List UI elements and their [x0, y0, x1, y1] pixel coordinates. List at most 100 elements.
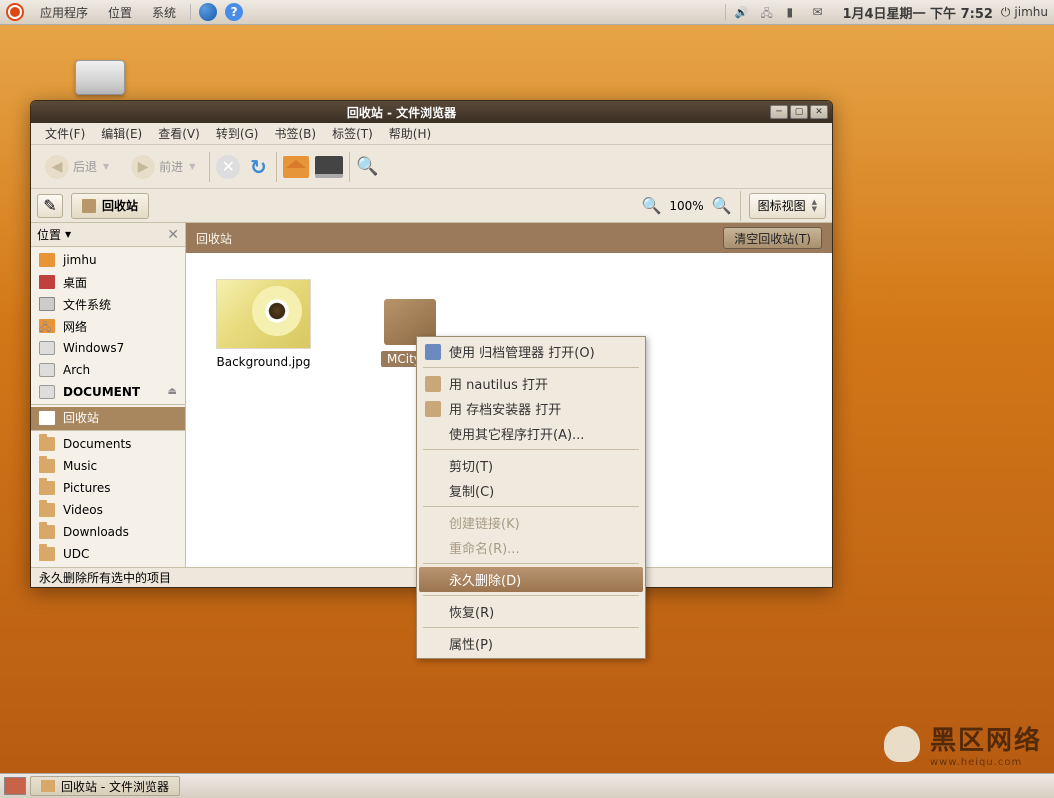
content-header: 回收站 清空回收站(T) — [186, 223, 832, 253]
file-Background.jpg[interactable]: Background.jpg — [216, 279, 311, 369]
view-mode-combo[interactable]: 图标视图▲▼ — [749, 193, 826, 219]
chevron-down-icon[interactable]: ▼ — [65, 230, 71, 239]
box-icon — [425, 376, 441, 392]
chevron-down-icon: ▼ — [189, 162, 195, 171]
sidebar-item-label: DOCUMENT — [63, 385, 140, 399]
menu-file[interactable]: 文件(F) — [37, 125, 93, 142]
eject-icon[interactable]: ⏏ — [168, 386, 177, 397]
separator — [349, 152, 350, 182]
user-menu[interactable]: jimhu — [1001, 5, 1048, 20]
minimize-button[interactable]: ─ — [770, 105, 788, 119]
sidebar-item-label: Music — [63, 459, 97, 473]
ctx--R-[interactable]: 恢复(R) — [419, 599, 643, 624]
reload-button[interactable]: ↻ — [246, 155, 270, 179]
zoom-out-button[interactable]: 🔍 — [641, 196, 661, 215]
ctx--K-: 创建链接(K) — [419, 510, 643, 535]
separator — [725, 4, 726, 20]
maximize-button[interactable]: ▢ — [790, 105, 808, 119]
menu-applications[interactable]: 应用程序 — [30, 4, 98, 21]
home-button[interactable] — [283, 156, 309, 178]
separator — [423, 627, 639, 628]
stop-button[interactable]: ✕ — [216, 155, 240, 179]
desktop-drive-icon[interactable] — [75, 60, 125, 95]
sidebar-item-label: jimhu — [63, 253, 97, 267]
sidebar-item-arch[interactable]: Arch — [31, 359, 185, 381]
sidebar-item-文件系统[interactable]: 文件系统 — [31, 293, 185, 315]
trash-icon — [39, 411, 55, 425]
mail-icon[interactable] — [812, 5, 830, 19]
chevron-down-icon: ▼ — [103, 162, 109, 171]
forward-arrow-icon: ▶ — [131, 155, 155, 179]
ctx--O-[interactable]: 使用 归档管理器 打开(O) — [419, 339, 643, 364]
folder-icon — [39, 459, 55, 473]
separator — [423, 563, 639, 564]
trash-icon — [82, 199, 96, 213]
taskbar-item[interactable]: 回收站 - 文件浏览器 — [30, 776, 180, 796]
volume-icon[interactable] — [734, 5, 752, 19]
ctx-label: 使用其它程序打开(A)... — [449, 424, 584, 443]
ctx--A-[interactable]: 使用其它程序打开(A)... — [419, 421, 643, 446]
battery-icon[interactable] — [786, 5, 804, 19]
forward-button[interactable]: ▶前进▼ — [123, 151, 203, 183]
folder-icon — [39, 437, 55, 451]
network-icon[interactable] — [760, 5, 778, 19]
menu-go[interactable]: 转到(G) — [208, 125, 267, 142]
sidebar-item-label: Windows7 — [63, 341, 124, 355]
ctx--[interactable]: 用 存档安装器 打开 — [419, 396, 643, 421]
sidebar-header: 位置▼ ✕ — [31, 223, 185, 247]
sidebar-item-music[interactable]: Music — [31, 455, 185, 477]
menu-tabs[interactable]: 标签(T) — [324, 125, 381, 142]
location-bar: ✎ 回收站 🔍 100% 🔍 图标视图▲▼ — [31, 189, 832, 223]
menu-help[interactable]: 帮助(H) — [381, 125, 439, 142]
ubuntu-logo-icon[interactable] — [6, 3, 24, 21]
fs-icon — [39, 297, 55, 311]
sidebar-item-label: 网络 — [63, 318, 87, 335]
ctx--C-[interactable]: 复制(C) — [419, 478, 643, 503]
folder-icon — [39, 481, 55, 495]
location-button[interactable]: 回收站 — [71, 193, 149, 219]
sidebar: 位置▼ ✕ jimhu 桌面文件系统网络 Windows7 Arch DOCUMENT ⏏… — [31, 223, 186, 567]
separator — [190, 4, 191, 20]
search-button[interactable]: 🔍 — [356, 156, 378, 177]
ctx--nautilus-[interactable]: 用 nautilus 打开 — [419, 371, 643, 396]
menu-bookmarks[interactable]: 书签(B) — [266, 125, 324, 142]
menu-view[interactable]: 查看(V) — [150, 125, 208, 142]
sidebar-item-pictures[interactable]: Pictures — [31, 477, 185, 499]
firefox-icon[interactable] — [199, 3, 217, 21]
close-sidebar-button[interactable]: ✕ — [167, 227, 179, 243]
sidebar-item-documents[interactable]: Documents — [31, 433, 185, 455]
bottom-panel: 回收站 - 文件浏览器 — [0, 773, 1054, 798]
titlebar[interactable]: 回收站 - 文件浏览器 ─ ▢ ✕ — [31, 101, 832, 123]
ctx--P-[interactable]: 属性(P) — [419, 631, 643, 656]
ctx-label: 重命名(R)... — [449, 538, 520, 557]
sidebar-item-jimhu[interactable]: jimhu — [31, 249, 185, 271]
sidebar-item-桌面[interactable]: 桌面 — [31, 271, 185, 293]
ctx--T-[interactable]: 剪切(T) — [419, 453, 643, 478]
sidebar-item-downloads[interactable]: Downloads — [31, 521, 185, 543]
ctx--D-[interactable]: 永久删除(D) — [419, 567, 643, 592]
sidebar-item-windows7[interactable]: Windows7 — [31, 337, 185, 359]
menu-edit[interactable]: 编辑(E) — [93, 125, 150, 142]
sidebar-item-document[interactable]: DOCUMENT ⏏ — [31, 381, 185, 405]
back-button[interactable]: ◀后退▼ — [37, 151, 117, 183]
separator — [209, 152, 210, 182]
show-desktop-button[interactable] — [4, 777, 26, 795]
edit-location-button[interactable]: ✎ — [37, 194, 63, 218]
window-title: 回收站 - 文件浏览器 — [35, 104, 768, 121]
menu-system[interactable]: 系统 — [142, 4, 186, 21]
menu-places[interactable]: 位置 — [98, 4, 142, 21]
sidebar-item-回收站[interactable]: 回收站 — [31, 407, 185, 431]
separator — [423, 595, 639, 596]
close-button[interactable]: ✕ — [810, 105, 828, 119]
empty-trash-button[interactable]: 清空回收站(T) — [723, 227, 822, 249]
sidebar-item-udc[interactable]: UDC — [31, 543, 185, 565]
sidebar-item-videos[interactable]: Videos — [31, 499, 185, 521]
sidebar-item-label: UDC — [63, 547, 89, 561]
separator — [423, 367, 639, 368]
sidebar-item-网络[interactable]: 网络 — [31, 315, 185, 337]
sidebar-item-label: 桌面 — [63, 274, 87, 291]
computer-button[interactable] — [315, 156, 343, 178]
help-icon[interactable]: ? — [225, 3, 243, 21]
clock[interactable]: 1月4日星期一 下午 7:52 — [834, 3, 1000, 22]
zoom-in-button[interactable]: 🔍 — [712, 196, 732, 215]
